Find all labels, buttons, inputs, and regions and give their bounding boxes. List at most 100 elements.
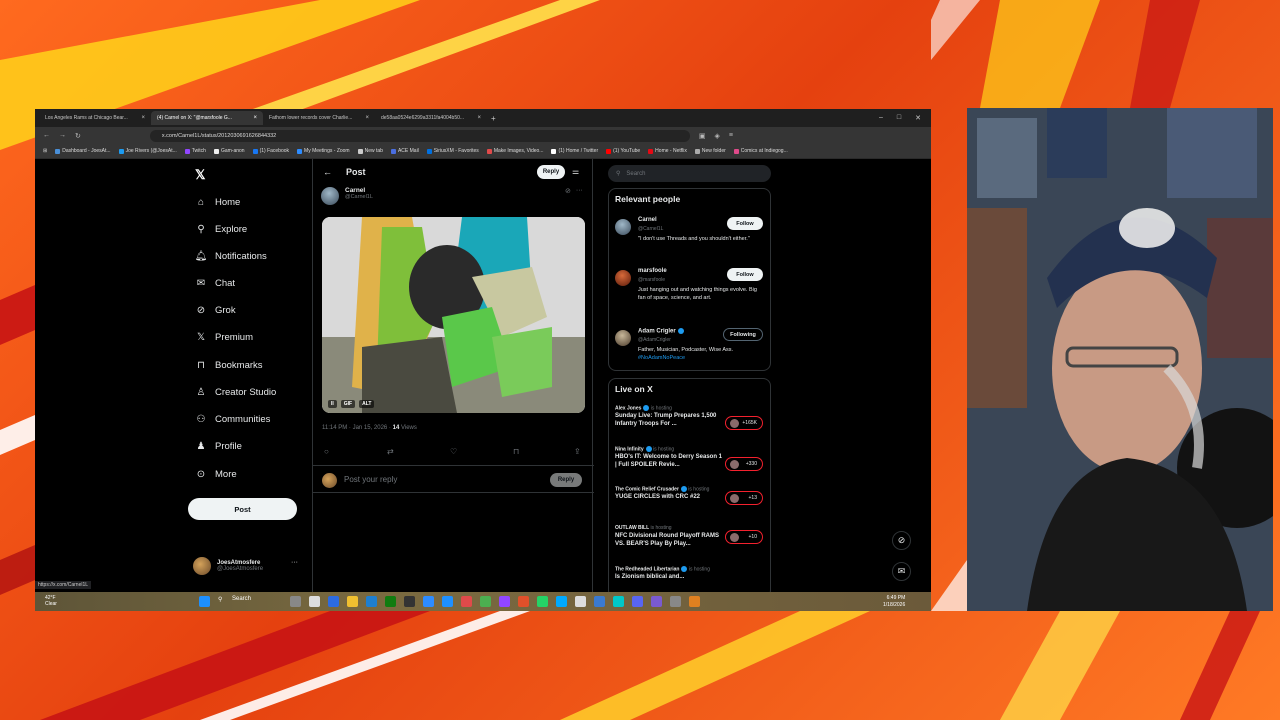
nav-bookmarks[interactable]: ⊓ Bookmarks xyxy=(195,359,262,371)
close-icon[interactable]: × xyxy=(253,115,257,121)
close-icon[interactable]: × xyxy=(477,115,481,121)
bookmark-icon[interactable]: ⊓ xyxy=(513,447,519,456)
new-tab-icon[interactable]: + xyxy=(491,114,496,123)
bookmark-item[interactable]: (1) Home / Twitter xyxy=(551,148,598,154)
alt-badge[interactable]: ALT xyxy=(359,400,375,408)
taskbar-search[interactable]: ⚲ Search xyxy=(218,596,282,607)
bookmark-item[interactable]: New tab xyxy=(357,148,383,154)
discord-icon[interactable] xyxy=(632,596,643,607)
close-icon[interactable]: × xyxy=(141,115,145,121)
following-button[interactable]: Following xyxy=(723,328,763,341)
post-button[interactable]: Post xyxy=(188,498,297,520)
app-icon[interactable] xyxy=(613,596,624,607)
filter-icon[interactable]: ⚌ xyxy=(572,167,579,176)
extension-icon[interactable]: ◈ xyxy=(715,132,720,140)
more-icon[interactable]: ··· xyxy=(576,187,583,195)
app-icon[interactable] xyxy=(575,596,586,607)
reply-icon[interactable]: ○ xyxy=(324,447,329,456)
app-icon[interactable] xyxy=(689,596,700,607)
nav-profile[interactable]: ♟ Profile xyxy=(195,440,242,452)
grok-icon[interactable]: ⊘ xyxy=(565,187,571,195)
app-icon[interactable] xyxy=(594,596,605,607)
bookmark-item[interactable]: Twitch xyxy=(184,148,206,154)
share-icon[interactable]: ⇪ xyxy=(574,447,581,456)
grok-float-icon[interactable]: ⊘ xyxy=(892,531,911,550)
app-icon[interactable] xyxy=(518,596,529,607)
post-author[interactable]: Carnel @Carnel1L xyxy=(321,187,373,205)
reload-icon[interactable]: ↻ xyxy=(75,132,81,140)
nav-creator-studio[interactable]: ♙ Creator Studio xyxy=(195,386,277,398)
bookmark-item[interactable]: Comics at Indiegog... xyxy=(733,148,788,154)
chrome-icon[interactable] xyxy=(480,596,491,607)
nav-chat[interactable]: ✉ Chat xyxy=(195,277,235,289)
bookmark-item[interactable]: (1) Facebook xyxy=(252,148,289,154)
close-window-icon[interactable]: ✕ xyxy=(915,114,921,122)
live-item[interactable]: OUTLAW BILL is hosting NFC Divisional Ro… xyxy=(615,525,765,559)
nav-home[interactable]: ⌂ Home xyxy=(195,196,240,208)
menu-icon[interactable]: ≡ xyxy=(729,132,733,139)
forward-icon[interactable]: → xyxy=(59,132,66,139)
close-icon[interactable]: × xyxy=(365,115,369,121)
repost-icon[interactable]: ⇄ xyxy=(387,447,394,456)
live-item[interactable]: Alex Jones is hosting Sunday Live: Trump… xyxy=(615,405,765,439)
follow-button[interactable]: Follow xyxy=(727,217,763,230)
app-icon[interactable] xyxy=(404,596,415,607)
like-icon[interactable]: ♡ xyxy=(450,447,457,456)
minimize-icon[interactable]: – xyxy=(879,114,883,122)
nav-premium[interactable]: 𝕏 Premium xyxy=(195,331,253,343)
account-switcher[interactable]: JoesAtmosfere @JoesAtmosfere ··· xyxy=(193,557,298,575)
browser-tab[interactable]: Los Angeles Rams at Chicago Bear... × xyxy=(39,111,151,125)
follow-button[interactable]: Follow xyxy=(727,268,763,281)
system-clock[interactable]: 6:49 PM 1/18/2026 xyxy=(883,595,905,608)
back-icon[interactable]: ← xyxy=(43,132,50,139)
browser-tab-active[interactable]: (4) Carnel on X: "@marsfoole G... × xyxy=(151,111,263,125)
app-icon[interactable] xyxy=(499,596,510,607)
post-media-gif[interactable]: II GIF ALT xyxy=(322,217,585,413)
search-input[interactable]: ⚲ Search xyxy=(608,165,771,182)
pause-icon[interactable]: II xyxy=(328,400,337,408)
nav-explore[interactable]: ⚲ Explore xyxy=(195,223,247,235)
bookmark-item[interactable]: SiriusXM - Favorites xyxy=(426,148,479,154)
hashtag-link[interactable]: #NoAdamNoPeace xyxy=(638,355,685,361)
bookmark-item[interactable]: ACE Mail xyxy=(390,148,419,154)
messages-float-icon[interactable]: ✉ xyxy=(892,562,911,581)
app-icon[interactable] xyxy=(651,596,662,607)
nav-notifications[interactable]: 🔔︎ Notifications xyxy=(195,250,267,262)
bookmark-item[interactable]: Gam-anon xyxy=(213,148,245,154)
app-icon[interactable] xyxy=(670,596,681,607)
browser-tab[interactable]: Fathom lower records cover Charlie... × xyxy=(263,111,375,125)
windows-start-icon[interactable] xyxy=(199,596,210,607)
edge-icon[interactable] xyxy=(366,596,377,607)
bookmark-item[interactable]: Home - Netflix xyxy=(648,148,687,154)
address-bar[interactable]: x.com/Carnel1L/status/201203069162684433… xyxy=(149,129,690,142)
bookmark-item[interactable]: New folder xyxy=(694,148,726,154)
app-icon[interactable] xyxy=(442,596,453,607)
x-logo-icon[interactable]: 𝕏 xyxy=(195,167,205,183)
more-icon[interactable]: ··· xyxy=(291,559,298,566)
nav-communities[interactable]: ⚇ Communities xyxy=(195,413,271,425)
reply-header-button[interactable]: Reply xyxy=(537,165,565,179)
live-item[interactable]: Nina Infinity is hosting HBO's IT: Welco… xyxy=(615,446,765,480)
file-explorer-icon[interactable] xyxy=(347,596,358,607)
widget-icon[interactable] xyxy=(290,596,301,607)
browser-tab[interactable]: de58aa0524e6299a3311fa4004b50... × xyxy=(375,111,487,125)
live-item[interactable]: The Comic Relief Crusader is hosting YUG… xyxy=(615,486,765,520)
weather-widget[interactable]: 42°F Clear xyxy=(45,595,57,607)
bookmark-item[interactable]: Dashboard - JoesAt... xyxy=(55,148,111,154)
reply-button[interactable]: Reply xyxy=(550,473,582,487)
app-icon[interactable] xyxy=(556,596,567,607)
app-icon[interactable] xyxy=(461,596,472,607)
bookmark-item[interactable]: My Meetings - Zoom xyxy=(297,148,350,154)
reply-input[interactable]: Post your reply xyxy=(344,475,397,484)
extension-icon[interactable]: ▣ xyxy=(699,132,706,140)
xbox-icon[interactable] xyxy=(385,596,396,607)
bookmark-item[interactable]: (1) YouTube xyxy=(606,148,640,154)
zoom-icon[interactable] xyxy=(423,596,434,607)
maximize-icon[interactable]: □ xyxy=(897,114,901,122)
nav-grok[interactable]: ⊘ Grok xyxy=(195,304,236,316)
bookmark-item[interactable]: Joe Rivers (@JoesAt... xyxy=(118,148,177,154)
app-icon[interactable] xyxy=(328,596,339,607)
nav-more[interactable]: ⊙ More xyxy=(195,468,237,480)
whatsapp-icon[interactable] xyxy=(537,596,548,607)
task-view-icon[interactable] xyxy=(309,596,320,607)
